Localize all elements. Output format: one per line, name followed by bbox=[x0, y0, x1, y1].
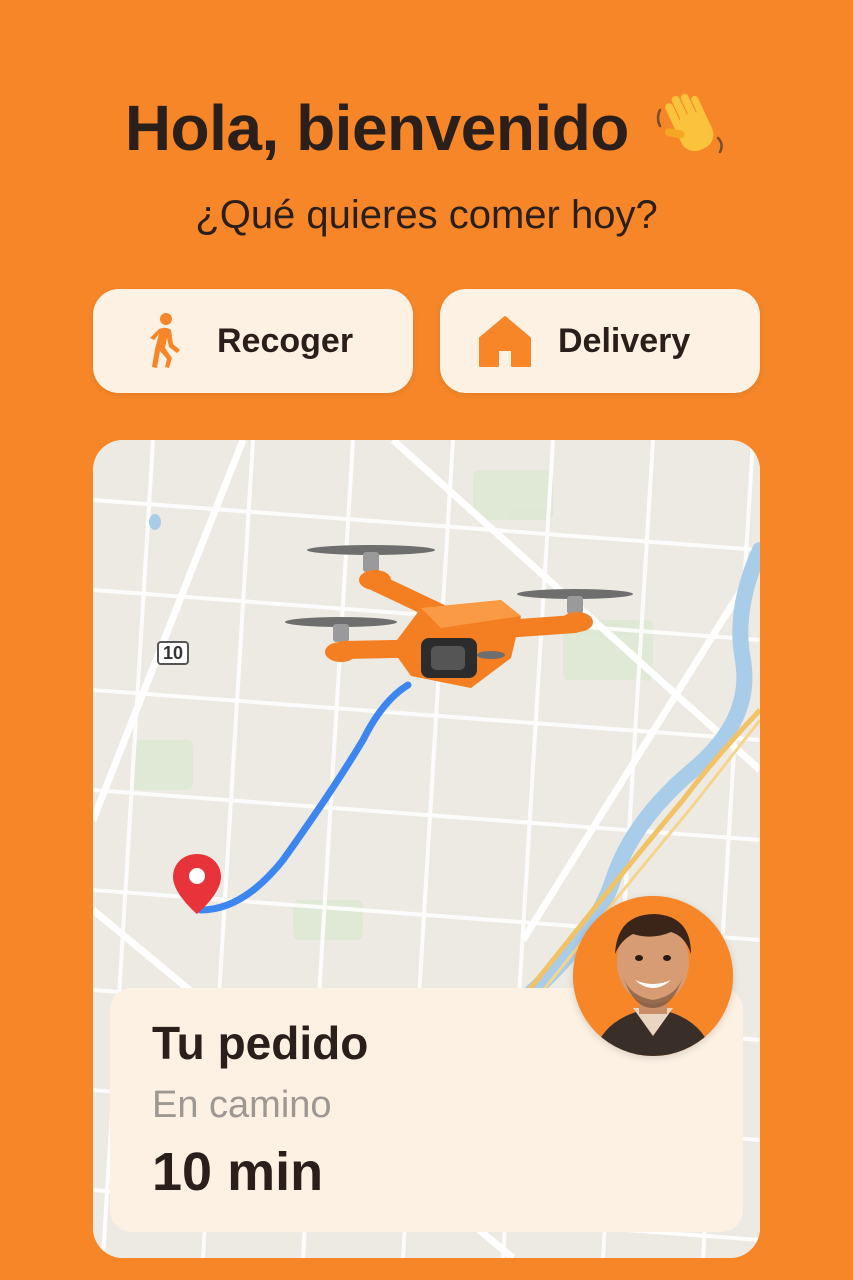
order-status: En camino bbox=[152, 1084, 332, 1126]
courier-avatar[interactable] bbox=[573, 896, 733, 1056]
waving-hand-icon bbox=[656, 93, 724, 154]
greeting-heading: Hola, bienvenido bbox=[0, 88, 853, 165]
map-pin-icon bbox=[173, 854, 221, 914]
person-photo-icon bbox=[573, 896, 733, 1056]
page-subtitle: ¿Qué quieres comer hoy? bbox=[195, 193, 658, 237]
greeting-text: Hola, bienvenido bbox=[124, 92, 630, 164]
drone-icon bbox=[285, 545, 633, 688]
delivery-label: Delivery bbox=[558, 321, 691, 360]
delivery-button[interactable]: Delivery bbox=[440, 289, 760, 393]
house-icon bbox=[479, 316, 531, 367]
road-shield-label: 10 bbox=[157, 641, 189, 665]
map-view[interactable]: 10 Tu pedido En camino 10 min bbox=[93, 440, 760, 1258]
pickup-button[interactable]: Recoger bbox=[93, 289, 413, 393]
walking-person-icon bbox=[150, 313, 180, 368]
order-eta: 10 min bbox=[152, 1142, 324, 1202]
pickup-label: Recoger bbox=[217, 321, 354, 360]
